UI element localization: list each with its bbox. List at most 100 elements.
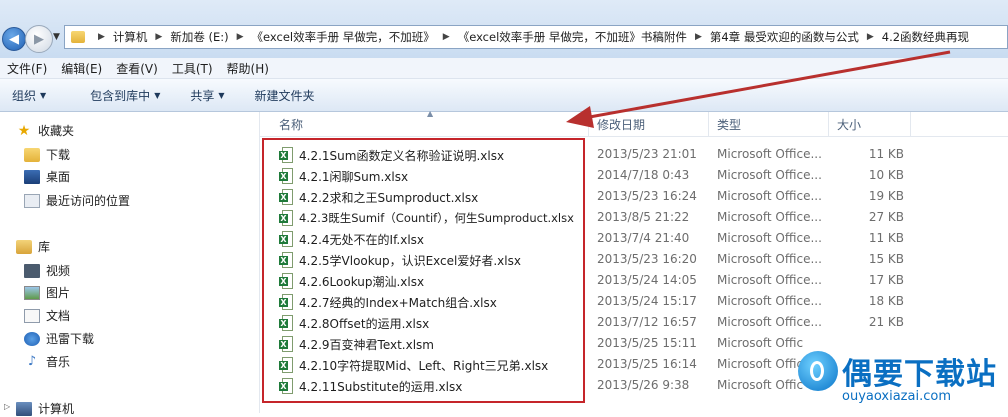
file-date: 2013/8/5 21:22 bbox=[597, 210, 690, 224]
file-size: 15 KB bbox=[868, 252, 904, 266]
nav-videos[interactable]: 视频 bbox=[24, 262, 70, 279]
star-icon: ★ bbox=[17, 122, 31, 139]
watermark-title: 偶要下载站 bbox=[842, 357, 997, 392]
file-size: 27 KB bbox=[868, 210, 904, 224]
nav-documents[interactable]: 文档 bbox=[24, 307, 70, 324]
expand-arrow-icon[interactable]: ▷ bbox=[4, 402, 10, 411]
chevron-right-icon[interactable]: ▶ bbox=[867, 32, 874, 42]
forward-arrow-icon: ▶ bbox=[34, 31, 44, 47]
menu-edit[interactable]: 编辑(E) bbox=[54, 60, 109, 77]
folder-icon bbox=[71, 31, 85, 43]
breadcrumb[interactable]: ▶ 计算机 ▶ 新加卷 (E:) ▶ 《excel效率手册 早做完，不加班》 ▶… bbox=[64, 25, 1008, 49]
file-type: Microsoft Office... bbox=[717, 231, 822, 245]
desktop-icon bbox=[24, 169, 40, 184]
file-type: Microsoft Office... bbox=[717, 168, 822, 182]
chevron-right-icon[interactable]: ▶ bbox=[155, 32, 162, 42]
column-header-size[interactable]: 大小 bbox=[837, 116, 861, 133]
address-bar-area: ◀ ▶ ▼ ▶ 计算机 ▶ 新加卷 (E:) ▶ 《excel效率手册 早做完，… bbox=[0, 0, 1008, 58]
breadcrumb-item[interactable]: 第4章 最受欢迎的函数与公式 bbox=[710, 29, 859, 45]
site-logo-icon bbox=[798, 351, 838, 391]
download-folder-icon bbox=[24, 147, 40, 162]
menu-bar: 文件(F) 编辑(E) 查看(V) 工具(T) 帮助(H) bbox=[0, 58, 1008, 79]
column-divider[interactable] bbox=[828, 112, 829, 136]
file-date: 2014/7/18 0:43 bbox=[597, 168, 690, 182]
breadcrumb-item[interactable]: 新加卷 (E:) bbox=[170, 29, 228, 45]
chevron-right-icon[interactable]: ▶ bbox=[237, 32, 244, 42]
organize-label: 组织 bbox=[12, 88, 37, 103]
chevron-down-icon: ▼ bbox=[154, 90, 161, 100]
file-size: 17 KB bbox=[868, 273, 904, 287]
nav-downloads[interactable]: 下载 bbox=[24, 146, 70, 163]
nav-recent-label: 最近访问的位置 bbox=[46, 194, 131, 208]
chevron-right-icon[interactable]: ▶ bbox=[98, 32, 105, 42]
include-in-library-button[interactable]: 包含到库中 ▼ bbox=[78, 87, 172, 104]
column-header-date[interactable]: 修改日期 bbox=[597, 116, 645, 133]
column-divider[interactable] bbox=[588, 112, 589, 136]
nav-recent-places[interactable]: 最近访问的位置 bbox=[24, 192, 130, 209]
file-type: Microsoft Office... bbox=[717, 147, 822, 161]
picture-icon bbox=[24, 285, 40, 300]
breadcrumb-item-current[interactable]: 4.2函数经典再现 bbox=[882, 29, 969, 45]
command-bar: 组织 ▼ 包含到库中 ▼ 共享 ▼ 新建文件夹 bbox=[0, 79, 1008, 112]
watermark-url: ouyaoxiazai.com bbox=[842, 389, 951, 404]
forward-button[interactable]: ▶ bbox=[25, 25, 53, 53]
xunlei-icon bbox=[24, 331, 40, 346]
nav-desktop[interactable]: 桌面 bbox=[24, 168, 70, 185]
chevron-down-icon: ▼ bbox=[218, 90, 225, 100]
new-folder-label: 新建文件夹 bbox=[254, 88, 315, 103]
breadcrumb-item[interactable]: 计算机 bbox=[113, 29, 148, 45]
file-date: 2013/5/24 14:05 bbox=[597, 273, 697, 287]
nav-computer-label: 计算机 bbox=[38, 402, 75, 416]
nav-computer[interactable]: 计算机 bbox=[16, 400, 74, 417]
nav-favorites[interactable]: ★ 收藏夹 bbox=[16, 122, 74, 139]
menu-help[interactable]: 帮助(H) bbox=[220, 60, 276, 77]
column-header-name[interactable]: 名称 bbox=[279, 116, 303, 133]
nav-videos-label: 视频 bbox=[46, 264, 71, 278]
library-icon bbox=[16, 239, 32, 254]
menu-file[interactable]: 文件(F) bbox=[0, 60, 54, 77]
file-date: 2013/7/4 21:40 bbox=[597, 231, 690, 245]
chevron-right-icon[interactable]: ▶ bbox=[443, 32, 450, 42]
nav-pictures[interactable]: 图片 bbox=[24, 284, 70, 301]
nav-desktop-label: 桌面 bbox=[46, 170, 71, 184]
file-date: 2013/5/26 9:38 bbox=[597, 378, 690, 392]
back-button[interactable]: ◀ bbox=[2, 27, 26, 51]
nav-libraries-label: 库 bbox=[38, 240, 51, 254]
file-size: 19 KB bbox=[868, 189, 904, 203]
file-date: 2013/5/23 16:24 bbox=[597, 189, 697, 203]
file-type: Microsoft Office... bbox=[717, 252, 822, 266]
file-date: 2013/5/23 16:20 bbox=[597, 252, 697, 266]
nav-xunlei-label: 迅雷下载 bbox=[46, 332, 95, 346]
column-header-type[interactable]: 类型 bbox=[717, 116, 741, 133]
file-type: Microsoft Office... bbox=[717, 189, 822, 203]
document-icon bbox=[24, 308, 40, 323]
nav-downloads-label: 下载 bbox=[46, 148, 71, 162]
video-icon bbox=[24, 263, 40, 278]
recent-places-icon bbox=[24, 193, 40, 208]
file-size: 10 KB bbox=[868, 168, 904, 182]
file-size: 21 KB bbox=[868, 315, 904, 329]
column-divider[interactable] bbox=[910, 112, 911, 136]
file-size: 11 KB bbox=[868, 231, 904, 245]
breadcrumb-item[interactable]: 《excel效率手册 早做完，不加班》书稿附件 bbox=[458, 29, 687, 45]
file-date: 2013/5/25 16:14 bbox=[597, 357, 697, 371]
nav-music[interactable]: ♪ 音乐 bbox=[24, 353, 70, 370]
menu-view[interactable]: 查看(V) bbox=[109, 60, 165, 77]
nav-xunlei-downloads[interactable]: 迅雷下载 bbox=[24, 330, 94, 347]
recent-pages-dropdown-icon[interactable]: ▼ bbox=[53, 32, 60, 42]
music-note-icon: ♪ bbox=[27, 354, 37, 369]
menu-tools[interactable]: 工具(T) bbox=[165, 60, 220, 77]
chevron-right-icon[interactable]: ▶ bbox=[695, 32, 702, 42]
file-type: Microsoft Office... bbox=[717, 210, 822, 224]
file-type: Microsoft Office... bbox=[717, 273, 822, 287]
nav-music-label: 音乐 bbox=[46, 355, 71, 369]
sort-ascending-icon: ▲ bbox=[427, 109, 434, 118]
breadcrumb-item[interactable]: 《excel效率手册 早做完，不加班》 bbox=[252, 29, 435, 45]
nav-libraries[interactable]: 库 bbox=[16, 238, 50, 255]
new-folder-button[interactable]: 新建文件夹 bbox=[243, 87, 327, 104]
organize-button[interactable]: 组织 ▼ bbox=[0, 87, 58, 104]
column-divider[interactable] bbox=[708, 112, 709, 136]
share-button[interactable]: 共享 ▼ bbox=[178, 87, 236, 104]
nav-pictures-label: 图片 bbox=[46, 286, 71, 300]
back-arrow-icon: ◀ bbox=[9, 31, 19, 47]
